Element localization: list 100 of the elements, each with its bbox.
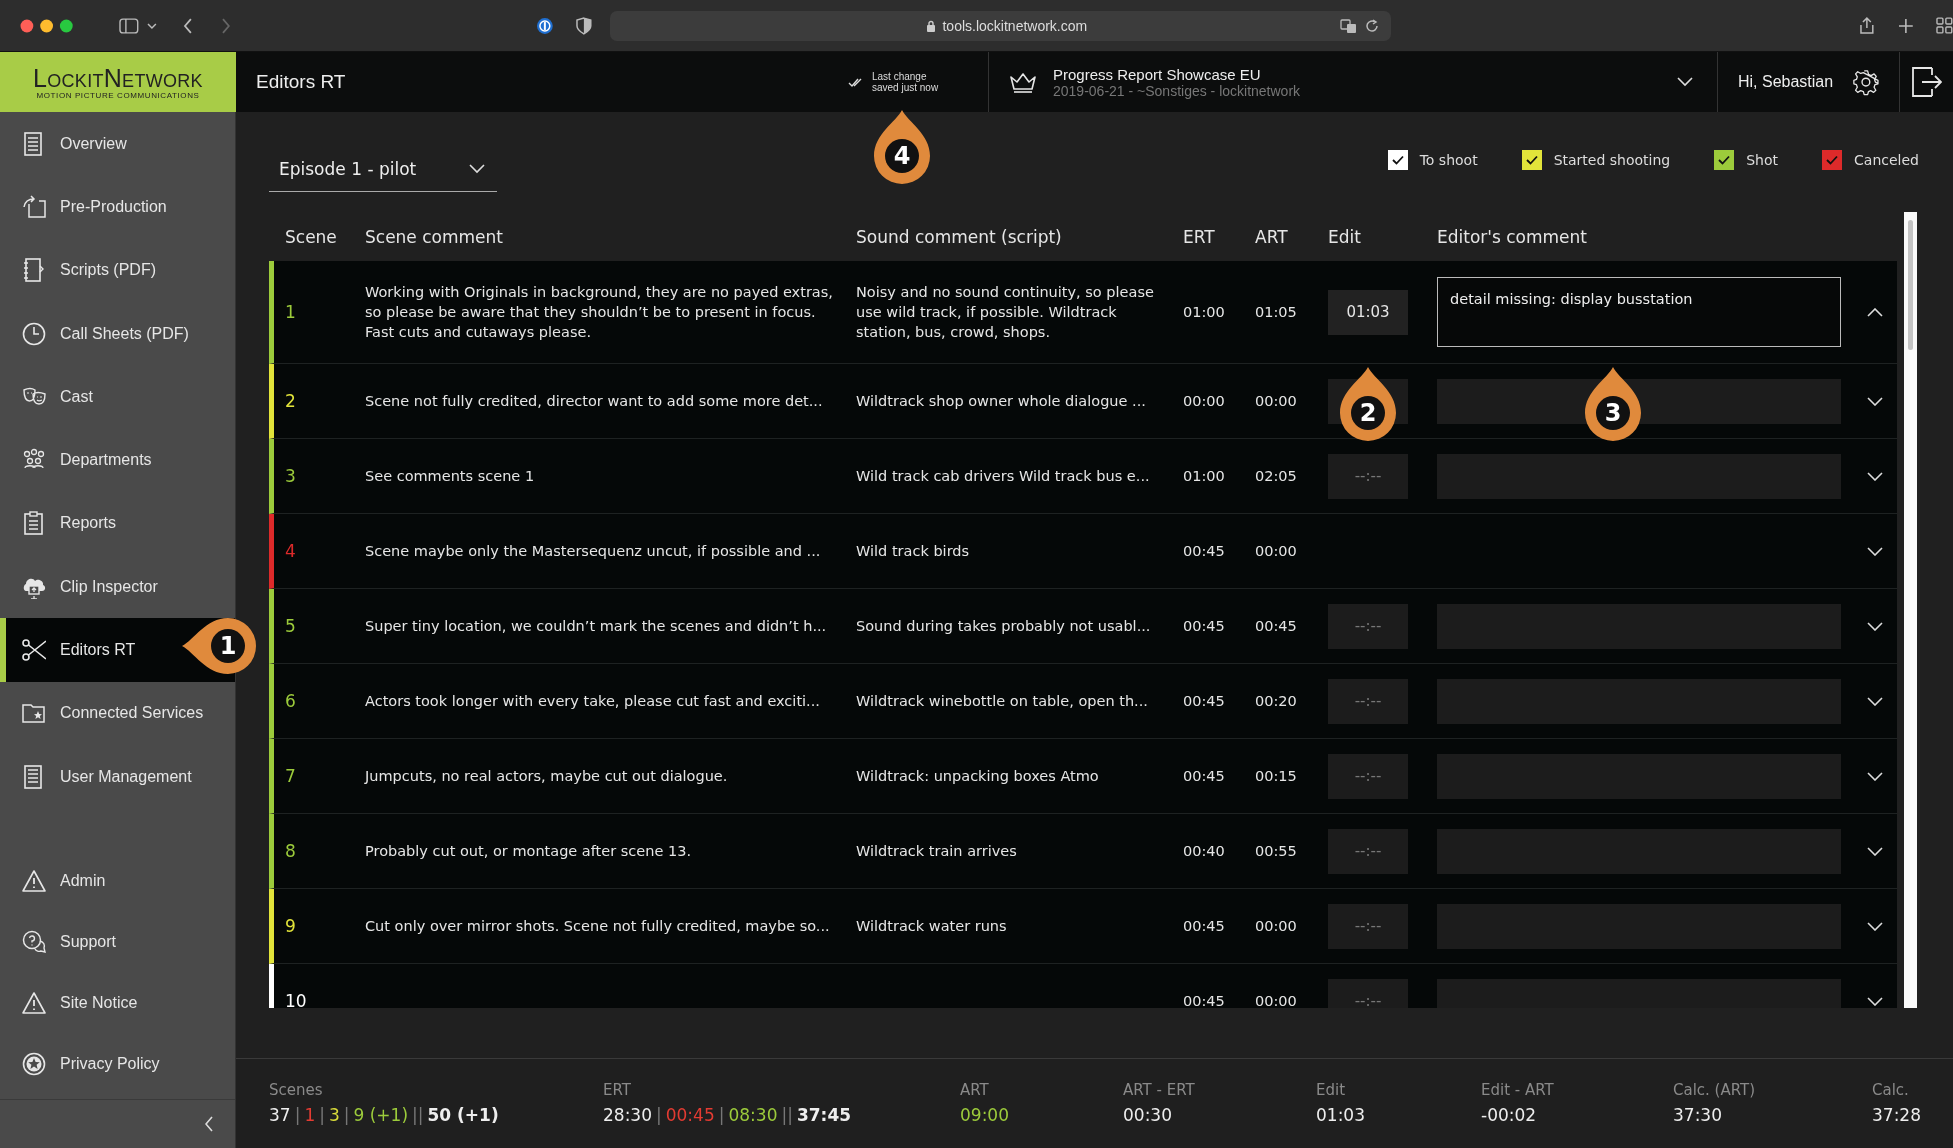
nav-item[interactable]: Clip Inspector: [0, 555, 235, 619]
scene-number: 1: [285, 302, 297, 322]
column-header: ERT: [1183, 226, 1216, 247]
caret-icon[interactable]: [146, 21, 157, 30]
time-field[interactable]: --:--: [1328, 678, 1408, 724]
table-cell-text: 00:45: [1183, 542, 1226, 561]
nav-item[interactable]: Pre-Production: [0, 175, 235, 239]
table-cell-text: Actors took longer with every take, please cut fast and exciti...: [365, 692, 821, 711]
reload-icon[interactable]: [1364, 18, 1379, 33]
help-chat-icon: [22, 929, 46, 954]
new-tab-icon[interactable]: [1898, 17, 1915, 34]
table-cell-text: 00:00: [1255, 392, 1298, 411]
table-cell-text: See comments scene 1: [365, 467, 536, 486]
comment-field[interactable]: [1437, 378, 1841, 424]
checkbox[interactable]: [1521, 150, 1542, 170]
nav-item[interactable]: Departments: [0, 428, 235, 492]
summary-value: 00:30: [1123, 1105, 1173, 1125]
address-bar[interactable]: tools.lockitnetwork.com: [610, 10, 1391, 41]
nav-item[interactable]: Connected Services: [0, 681, 235, 745]
table-cell-text: Working with Originals in background, they are no payed extras, so please be aware that they shouldn’t be to present in focus. Fast cuts and cutaways please.: [365, 283, 834, 342]
checkmark-icon: [1391, 155, 1404, 165]
translate-icon[interactable]: [1339, 17, 1357, 34]
password-manager-icon[interactable]: [536, 16, 555, 35]
collapse-sidebar-icon[interactable]: [205, 1116, 213, 1132]
table-cell-text: 00:40: [1183, 842, 1226, 861]
chevron-down-icon[interactable]: [1867, 771, 1883, 781]
chevron-down-icon[interactable]: [1867, 396, 1883, 406]
nav-item[interactable]: Call Sheets (PDF): [0, 301, 235, 366]
column-header: Scene: [285, 226, 338, 247]
time-field[interactable]: --:--: [1328, 828, 1408, 874]
nav-item[interactable]: Privacy Policy: [0, 1033, 235, 1095]
summary-value: 37:28: [1872, 1105, 1921, 1125]
summary-label: Scenes: [269, 1081, 324, 1099]
crown-icon: [1009, 70, 1037, 94]
chevron-down-icon[interactable]: [1867, 921, 1883, 931]
window-controls-icon[interactable]: [20, 18, 74, 33]
nav-item[interactable]: User Management: [0, 744, 235, 809]
checkbox[interactable]: [1387, 150, 1408, 170]
status-filter[interactable]: Canceled: [1822, 150, 1919, 170]
time-field[interactable]: --:--: [1328, 603, 1408, 649]
table-cell-text: Wildtrack train arrives: [856, 842, 1018, 861]
back-icon[interactable]: [182, 17, 193, 34]
status-filter[interactable]: Shot: [1714, 150, 1779, 170]
tab-overview-icon[interactable]: [1936, 17, 1953, 34]
chevron-down-icon[interactable]: [1867, 846, 1883, 856]
nav-item[interactable]: Cast: [0, 365, 235, 429]
time-field[interactable]: --:--: [1328, 753, 1408, 799]
table-cell-text: 00:45: [1255, 617, 1298, 636]
time-field[interactable]: --:--: [1328, 978, 1408, 1008]
table-cell-text: Wild track birds: [856, 542, 971, 561]
summary-value: 09:00: [960, 1105, 1010, 1125]
forward-icon[interactable]: [220, 17, 231, 34]
checkmark-icon: [1718, 155, 1731, 165]
scene-number: 5: [285, 616, 297, 636]
time-field[interactable]: --:--: [1328, 453, 1408, 499]
table-cell-text: Wildtrack shop owner whole dialogue ...: [856, 392, 1147, 411]
summary-value: -00:02: [1481, 1105, 1538, 1125]
nav-item[interactable]: Site Notice: [0, 972, 235, 1034]
shield-icon[interactable]: [576, 16, 592, 35]
chevron-down-icon[interactable]: [1867, 696, 1883, 706]
table-cell-text: 01:00: [1183, 467, 1226, 486]
nav-item[interactable]: Scripts (PDF): [0, 238, 235, 302]
logo[interactable]: LockitNetwork MOTION PICTURE COMMUNICATIONS: [0, 52, 236, 112]
table-cell-text: 00:00: [1183, 392, 1226, 411]
checkmark-icon: [1826, 155, 1839, 165]
time-field[interactable]: --:--: [1328, 903, 1408, 949]
table-cell-text: 00:45: [1183, 617, 1226, 636]
comment-field[interactable]: detail missing: display busstation: [1437, 277, 1841, 347]
status-filter[interactable]: To shoot: [1387, 150, 1478, 170]
scrollbar[interactable]: [1904, 212, 1917, 1008]
table-cell-text: Scene maybe only the Mastersequenz uncut, if possible and ...: [365, 542, 822, 561]
share-icon[interactable]: [1858, 16, 1875, 35]
chevron-down-icon[interactable]: [1867, 471, 1883, 481]
nav-item[interactable]: Support: [0, 911, 235, 973]
table-cell-text: 00:55: [1255, 842, 1298, 861]
table-cell-text: 00:20: [1255, 692, 1298, 711]
chevron-down-icon[interactable]: [1867, 621, 1883, 631]
time-field[interactable]: 01:03: [1328, 289, 1408, 335]
summary-label: Calc. (ART): [1673, 1081, 1757, 1099]
scene-number: 8: [285, 841, 297, 861]
nav-item[interactable]: Overview: [0, 112, 235, 176]
chevron-down-icon[interactable]: [1867, 546, 1883, 556]
nav-item[interactable]: Admin: [0, 850, 235, 912]
lock-icon: [926, 19, 937, 32]
page-title: Editors RT: [256, 71, 347, 93]
table-cell-text: 00:45: [1183, 767, 1226, 786]
logout-icon[interactable]: [1911, 67, 1942, 97]
checkbox[interactable]: [1822, 150, 1843, 170]
summary-label: ERT: [603, 1081, 632, 1099]
checkbox[interactable]: [1714, 150, 1735, 170]
episode-dropdown[interactable]: Episode 1 - pilot: [269, 146, 497, 192]
status-filter[interactable]: Started shooting: [1521, 150, 1671, 170]
chevron-down-icon[interactable]: [1867, 996, 1883, 1006]
sidebar-toggle-icon[interactable]: [119, 17, 139, 34]
table-cell-text: 01:00: [1183, 303, 1226, 322]
nav-item[interactable]: Reports: [0, 491, 235, 556]
project-selector[interactable]: Progress Report Showcase EU 2019-06-21 - ~Sonstiges - lockitnetwork: [988, 52, 1718, 112]
chevron-up-icon[interactable]: [1867, 307, 1883, 317]
table-cell-text: 00:00: [1255, 542, 1298, 561]
table-cell-text: Jumpcuts, no real actors, maybe cut out dialogue.: [365, 767, 729, 786]
